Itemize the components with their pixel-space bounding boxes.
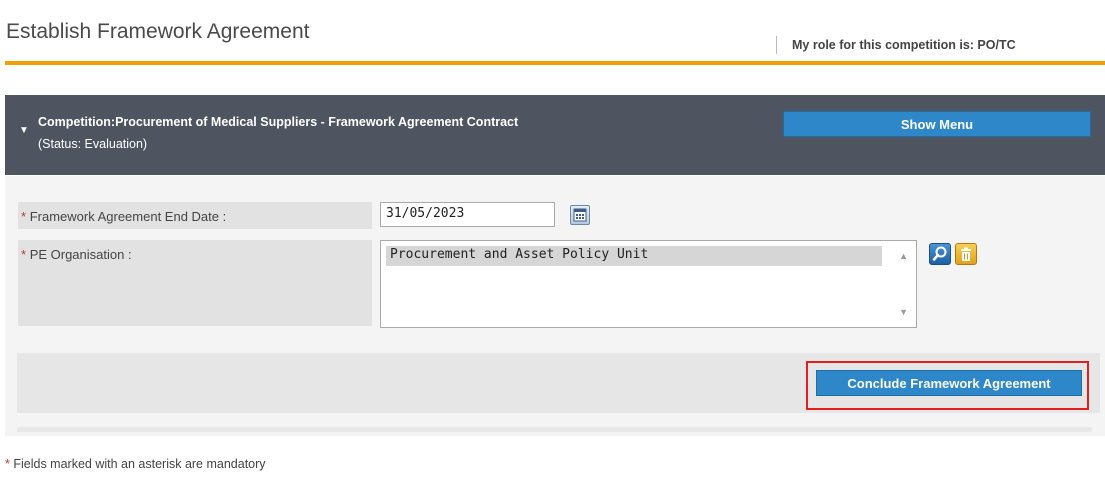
calendar-icon[interactable] xyxy=(570,205,590,225)
action-bar: Conclude Framework Agreement xyxy=(17,353,1100,413)
pe-org-label-text: PE Organisation : xyxy=(29,247,132,262)
end-date-input[interactable]: 31/05/2023 xyxy=(380,202,555,227)
search-icon[interactable] xyxy=(929,243,951,265)
form-area: * Framework Agreement End Date : 31/05/2… xyxy=(5,176,1105,436)
chevron-down-icon[interactable]: ▼ xyxy=(19,125,29,136)
header-divider xyxy=(5,61,1105,65)
show-menu-button[interactable]: Show Menu xyxy=(783,111,1091,137)
conclude-framework-agreement-button[interactable]: Conclude Framework Agreement xyxy=(816,370,1082,396)
footer-divider xyxy=(17,427,1092,432)
competition-header: ▼ Competition:Procurement of Medical Sup… xyxy=(5,95,1105,175)
page-title: Establish Framework Agreement xyxy=(6,20,310,43)
competition-title: Competition:Procurement of Medical Suppl… xyxy=(38,115,519,129)
end-date-label: * Framework Agreement End Date : xyxy=(18,202,372,229)
required-marker: * xyxy=(21,209,27,224)
required-marker: * xyxy=(5,457,10,471)
pe-org-item[interactable]: Procurement and Asset Policy Unit xyxy=(386,246,882,266)
mandatory-note: * Fields marked with an asterisk are man… xyxy=(5,457,266,471)
pe-org-label: * PE Organisation : xyxy=(18,240,372,326)
required-marker: * xyxy=(21,247,27,262)
scroll-up-icon[interactable]: ▲ xyxy=(899,251,908,261)
mandatory-note-text: Fields marked with an asterisk are manda… xyxy=(13,457,266,471)
end-date-label-text: Framework Agreement End Date : xyxy=(29,209,227,224)
pe-org-listbox[interactable]: Procurement and Asset Policy Unit ▲ ▼ xyxy=(380,240,917,328)
role-separator xyxy=(776,36,777,54)
trash-icon[interactable] xyxy=(955,243,977,265)
competition-status: (Status: Evaluation) xyxy=(38,137,148,151)
role-text: My role for this competition is: PO/TC xyxy=(792,38,1016,52)
scroll-down-icon[interactable]: ▼ xyxy=(899,307,908,317)
